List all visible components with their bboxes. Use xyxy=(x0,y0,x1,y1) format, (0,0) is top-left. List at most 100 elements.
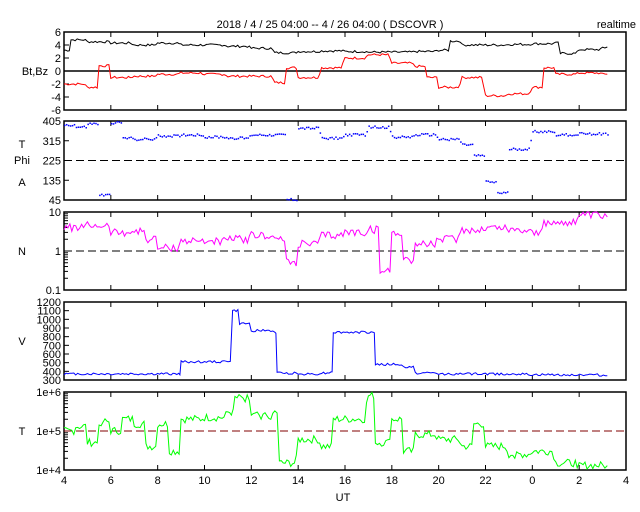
data-point-phi xyxy=(477,154,480,156)
y-axis-label: T xyxy=(19,426,26,438)
data-point-phi xyxy=(438,139,441,141)
data-point-phi xyxy=(231,137,234,139)
y-tick-label: 135 xyxy=(43,175,61,187)
y-tick-label: 300 xyxy=(43,375,61,387)
data-point-phi xyxy=(190,133,193,136)
y-tick-label: 1e+5 xyxy=(36,426,61,438)
data-point-phi xyxy=(473,154,476,156)
data-point-phi xyxy=(491,181,493,183)
data-point-phi xyxy=(464,143,466,145)
data-point-phi xyxy=(505,192,507,194)
data-point-phi xyxy=(261,134,263,137)
data-point-phi xyxy=(304,128,306,130)
data-point-phi xyxy=(309,128,312,130)
data-point-phi xyxy=(448,139,450,142)
data-point-phi xyxy=(159,135,162,138)
data-point-phi xyxy=(241,136,244,138)
y-axis-label: T xyxy=(19,139,26,151)
data-point-phi xyxy=(220,135,222,138)
x-tick-label: 4 xyxy=(61,475,67,487)
data-point-phi xyxy=(272,134,275,137)
data-point-phi xyxy=(579,132,581,134)
data-point-phi xyxy=(458,138,460,140)
data-point-phi xyxy=(122,137,125,139)
data-point-phi xyxy=(495,180,497,183)
data-point-phi xyxy=(454,138,456,141)
data-point-phi xyxy=(130,136,132,139)
data-point-phi xyxy=(551,131,554,133)
series-line-bz xyxy=(63,53,608,98)
data-point-phi xyxy=(528,147,530,149)
data-point-phi xyxy=(526,149,528,151)
data-point-phi xyxy=(401,135,404,137)
data-point-phi xyxy=(497,191,499,194)
data-point-phi xyxy=(372,126,374,129)
data-point-phi xyxy=(288,199,290,201)
data-point-phi xyxy=(598,132,601,134)
data-point-phi xyxy=(77,126,80,128)
data-point-phi xyxy=(563,134,566,136)
data-point-phi xyxy=(600,134,603,136)
data-point-phi xyxy=(128,136,130,139)
data-point-phi xyxy=(411,135,413,138)
data-point-phi xyxy=(506,191,509,193)
data-point-phi xyxy=(251,134,253,137)
data-point-phi xyxy=(95,122,97,125)
data-point-phi xyxy=(83,125,86,128)
data-point-phi xyxy=(436,136,439,138)
data-point-phi xyxy=(567,135,569,137)
data-point-phi xyxy=(93,122,95,125)
data-point-phi xyxy=(413,135,415,137)
data-point-phi xyxy=(278,133,281,135)
data-point-phi xyxy=(590,134,593,136)
data-point-phi xyxy=(428,135,431,137)
y-tick-label: 0 xyxy=(55,66,61,78)
data-point-phi xyxy=(165,136,167,138)
data-point-phi xyxy=(298,128,300,130)
data-point-phi xyxy=(202,135,205,137)
data-point-phi xyxy=(147,138,150,141)
data-point-phi xyxy=(384,127,386,130)
data-point-phi xyxy=(545,131,548,134)
data-point-phi xyxy=(229,137,232,139)
series-line-n xyxy=(63,211,608,275)
data-point-phi xyxy=(290,197,292,200)
data-point-phi xyxy=(276,133,279,136)
y-tick-label: 45 xyxy=(49,195,61,207)
data-point-phi xyxy=(389,130,392,133)
data-point-phi xyxy=(522,149,525,151)
data-point-phi xyxy=(425,133,427,135)
data-point-phi xyxy=(292,199,294,202)
data-point-phi xyxy=(432,133,435,135)
data-point-phi xyxy=(134,138,136,141)
data-point-phi xyxy=(540,130,542,133)
data-point-phi xyxy=(136,139,138,142)
data-point-phi xyxy=(313,127,316,130)
data-point-phi xyxy=(196,133,199,135)
data-point-phi xyxy=(235,138,238,140)
data-point-phi xyxy=(485,180,487,182)
data-point-phi xyxy=(186,134,189,137)
data-point-phi xyxy=(518,148,521,150)
data-point-phi xyxy=(586,133,589,135)
data-point-phi xyxy=(499,192,501,195)
data-point-phi xyxy=(532,131,534,133)
data-point-phi xyxy=(356,133,359,135)
data-point-phi xyxy=(510,148,513,151)
data-point-phi xyxy=(417,134,419,137)
data-point-phi xyxy=(110,122,113,125)
data-point-phi xyxy=(181,134,183,137)
data-point-phi xyxy=(145,137,148,140)
data-point-phi xyxy=(327,138,329,141)
y-tick-label: 10 xyxy=(49,207,61,219)
data-point-phi xyxy=(225,136,228,139)
x-tick-label: 12 xyxy=(245,475,257,487)
data-point-phi xyxy=(247,137,249,139)
data-point-phi xyxy=(183,133,185,135)
data-point-phi xyxy=(307,126,310,129)
data-point-phi xyxy=(524,148,527,151)
data-point-phi xyxy=(280,133,283,135)
data-point-phi xyxy=(364,135,367,137)
data-point-phi xyxy=(155,136,158,139)
data-point-phi xyxy=(116,121,119,123)
